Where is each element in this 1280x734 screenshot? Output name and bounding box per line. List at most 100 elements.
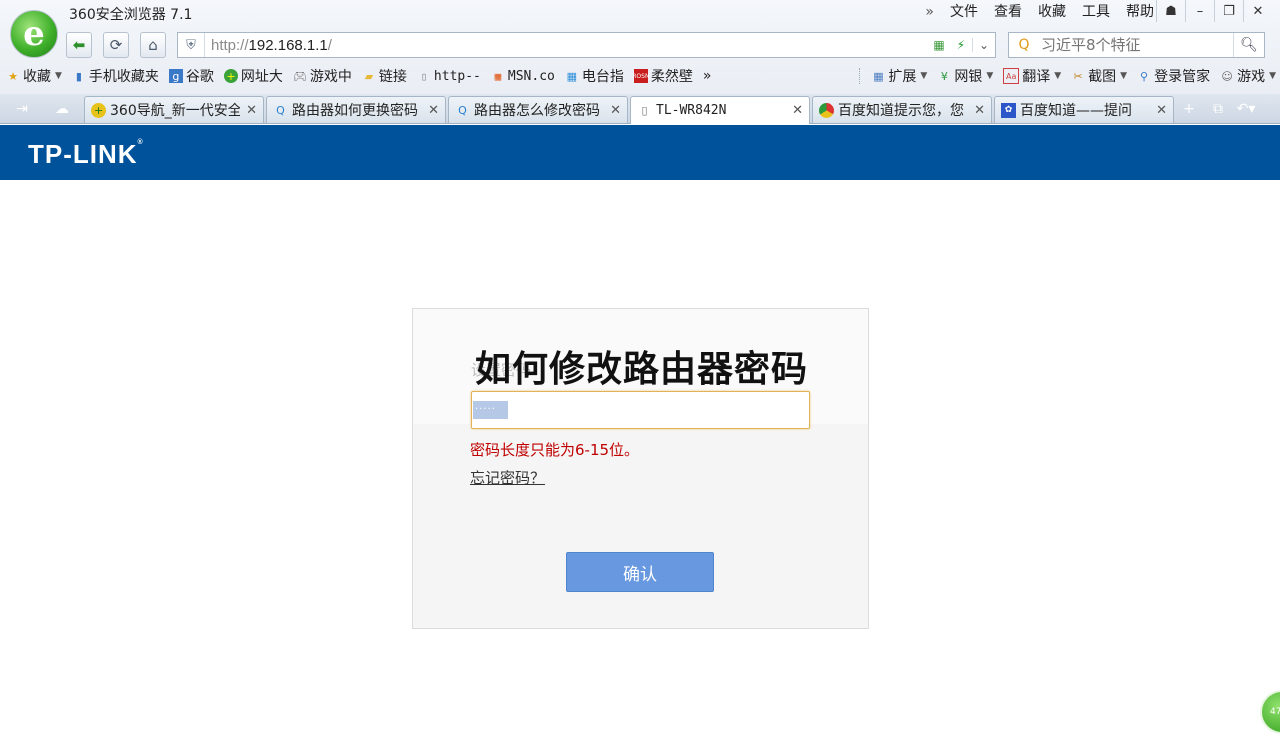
tab-baidu-zhidao-tip[interactable]: 百度知道提示您，您 ✕ bbox=[812, 96, 992, 123]
phone-icon: ▮ bbox=[75, 69, 82, 83]
window-title: 360安全浏览器 7.1 bbox=[69, 7, 193, 23]
close-window-icon[interactable]: ✕ bbox=[1243, 0, 1272, 22]
confirm-button[interactable]: 确认 bbox=[566, 552, 714, 592]
close-tab-icon[interactable]: ✕ bbox=[246, 103, 257, 118]
search-box[interactable]: Q 🔍︎ bbox=[1008, 32, 1265, 58]
radio-icon: ▦ bbox=[566, 69, 578, 83]
bookmarks-more[interactable]: » bbox=[697, 68, 716, 84]
menu-bar: » 文件 查看 收藏 工具 帮助 bbox=[917, 3, 1162, 21]
bookmark-radio[interactable]: ▦ 电台指 bbox=[559, 66, 628, 86]
bookmark-google[interactable]: g 谷歌 bbox=[163, 66, 218, 86]
search-input[interactable] bbox=[1039, 35, 1233, 55]
address-dropdown-icon[interactable]: ⌄ bbox=[972, 38, 995, 52]
360-icon: + bbox=[91, 102, 106, 118]
bookmark-games[interactable]: 🎮︎ 游戏中 bbox=[287, 66, 356, 86]
tool-translate[interactable]: Aa 翻译 ▼ bbox=[997, 66, 1065, 86]
search-engine-icon: Q bbox=[276, 103, 285, 117]
tp-link-logo: TP-LINK® bbox=[28, 139, 144, 169]
close-tab-icon[interactable]: ✕ bbox=[974, 103, 985, 118]
tab-router-change-password[interactable]: Q 路由器如何更换密码 ✕ bbox=[266, 96, 446, 123]
address-url[interactable]: http://192.168.1.1/ bbox=[205, 37, 332, 54]
tab-baidu-zhidao-ask[interactable]: ✿ 百度知道——提问 ✕ bbox=[994, 96, 1174, 123]
tool-bank[interactable]: ¥ 网银 ▼ bbox=[931, 66, 997, 86]
back-button[interactable]: ⬅ bbox=[66, 32, 92, 58]
close-tab-icon[interactable]: ✕ bbox=[792, 103, 803, 118]
bookmark-mobile[interactable]: ▮ 手机收藏夹 bbox=[66, 66, 163, 86]
window-controls: ☗ – ❐ ✕ bbox=[1156, 0, 1272, 22]
translate-icon: Aa bbox=[1003, 68, 1020, 84]
chrome-icon bbox=[819, 102, 834, 118]
qr-code-icon[interactable]: ▦ bbox=[928, 38, 950, 52]
tool-games[interactable]: ☺ 游戏 ▼ bbox=[1214, 66, 1280, 86]
minimize-icon[interactable]: – bbox=[1185, 0, 1214, 22]
sidebar-toggle-icon[interactable]: ⇥ bbox=[8, 98, 36, 120]
google-icon: g bbox=[168, 69, 183, 83]
close-tab-icon[interactable]: ✕ bbox=[1156, 103, 1167, 118]
menu-favorites[interactable]: 收藏 bbox=[1030, 3, 1074, 21]
browser-logo-icon: e bbox=[10, 10, 58, 58]
security-shield-icon[interactable]: ⛨ bbox=[178, 33, 205, 57]
close-tab-icon[interactable]: ✕ bbox=[428, 103, 439, 118]
address-bar[interactable]: ⛨ http://192.168.1.1/ ▦ ⚡ ⌄ bbox=[177, 32, 996, 58]
bookmark-wallpaper[interactable]: ROSN 柔然壁 bbox=[628, 66, 697, 86]
folder-icon: ▰ bbox=[364, 69, 374, 83]
tool-login-manager[interactable]: ⚲ 登录管家 bbox=[1131, 66, 1214, 86]
chevron-down-icon: ▼ bbox=[1269, 71, 1276, 81]
bookmark-sitenav[interactable]: + 网址大 bbox=[218, 66, 287, 86]
speed-mode-icon[interactable]: ⚡ bbox=[950, 38, 972, 52]
tab-tl-wr842n[interactable]: ▯ TL-WR842N ✕ bbox=[630, 96, 810, 124]
refresh-icon: ⟳ bbox=[109, 36, 123, 54]
home-icon: ⌂ bbox=[148, 36, 158, 54]
game-icon: ☺ bbox=[1221, 69, 1233, 83]
speed-ball-icon[interactable]: 47 bbox=[1260, 690, 1280, 734]
password-error-message: 密码长度只能为6-15位。 bbox=[470, 441, 640, 459]
bookmarks-bar: ★ 收藏 ▼ ▮ 手机收藏夹 g 谷歌 + 网址大 🎮︎ 游戏中 ▰ 链接 ▯ http-- ▦… bbox=[0, 64, 1280, 88]
sitenav-icon: + bbox=[223, 69, 238, 83]
menu-view[interactable]: 查看 bbox=[986, 3, 1030, 21]
skin-icon[interactable]: ☗ bbox=[1156, 0, 1185, 22]
search-icon[interactable]: 🔍︎ bbox=[1233, 33, 1264, 57]
search-engine-icon[interactable]: Q bbox=[1009, 37, 1039, 53]
menu-file[interactable]: 文件 bbox=[942, 3, 986, 21]
refresh-button[interactable]: ⟳ bbox=[103, 32, 129, 58]
gamepad-icon: 🎮︎ bbox=[292, 69, 307, 83]
cloud-icon[interactable]: ☁ bbox=[48, 98, 76, 120]
close-tab-icon[interactable]: ✕ bbox=[610, 103, 621, 118]
browser-chrome: e 360安全浏览器 7.1 » 文件 查看 收藏 工具 帮助 ☗ – ❐ ✕ … bbox=[0, 0, 1280, 124]
tab-360-nav[interactable]: + 360导航_新一代安全 ✕ bbox=[84, 96, 264, 123]
password-input[interactable]: ····· bbox=[471, 391, 810, 429]
forgot-password-link[interactable]: 忘记密码？ bbox=[470, 467, 545, 488]
bookmark-favorites[interactable]: ★ 收藏 ▼ bbox=[0, 66, 66, 86]
menu-more-icon[interactable]: » bbox=[917, 3, 942, 21]
wallpaper-icon: ROSN bbox=[632, 69, 649, 83]
page-icon: ▯ bbox=[641, 104, 648, 117]
star-icon: ★ bbox=[8, 69, 18, 83]
tool-screenshot[interactable]: ✂ 截图 ▼ bbox=[1065, 66, 1131, 86]
menu-tools[interactable]: 工具 bbox=[1074, 3, 1118, 21]
chevron-down-icon: ▼ bbox=[986, 71, 994, 81]
undo-close-tab-icon[interactable]: ↶▾ bbox=[1232, 98, 1260, 120]
home-button[interactable]: ⌂ bbox=[140, 32, 166, 58]
bookmark-http[interactable]: ▯ http-- bbox=[411, 69, 485, 84]
chevron-down-icon: ▼ bbox=[55, 71, 62, 81]
tp-link-header: TP-LINK® bbox=[0, 125, 1280, 180]
tab-list-icon[interactable]: ⧉ bbox=[1204, 98, 1232, 120]
search-engine-icon: Q bbox=[458, 103, 467, 117]
grid-icon: ▦ bbox=[873, 69, 884, 83]
bank-icon: ¥ bbox=[940, 69, 948, 83]
tab-router-modify-password[interactable]: Q 路由器怎么修改密码 ✕ bbox=[448, 96, 628, 123]
restore-icon[interactable]: ❐ bbox=[1214, 0, 1243, 22]
back-arrow-icon: ⬅ bbox=[72, 36, 86, 54]
tab-bar: ⇥ ☁ + 360导航_新一代安全 ✕ Q 路由器如何更换密码 ✕ Q 路由器怎… bbox=[0, 94, 1280, 124]
key-icon: ⚲ bbox=[1140, 69, 1149, 83]
screenshot-icon: ✂ bbox=[1073, 69, 1083, 83]
bookmark-msn[interactable]: ▦ MSN.co bbox=[485, 69, 559, 84]
bookmark-links[interactable]: ▰ 链接 bbox=[356, 66, 411, 86]
chevron-down-icon: ▼ bbox=[1054, 71, 1062, 81]
new-tab-icon[interactable]: + bbox=[1175, 98, 1203, 120]
chevron-down-icon: ▼ bbox=[1120, 71, 1128, 81]
page-icon: ▯ bbox=[420, 69, 428, 83]
chevron-down-icon: ▼ bbox=[920, 71, 928, 81]
tool-extensions[interactable]: ▦ 扩展 ▼ bbox=[865, 66, 931, 86]
overlay-title: 如何修改路由器密码 bbox=[475, 349, 809, 390]
